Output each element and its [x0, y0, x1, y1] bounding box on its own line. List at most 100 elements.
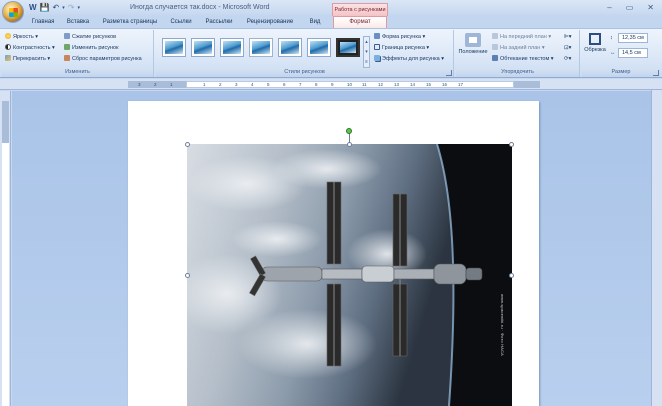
recolor-icon: [5, 55, 11, 61]
picture-border-button[interactable]: Граница рисунка ▾: [374, 44, 429, 52]
picture-style-7[interactable]: [336, 38, 360, 57]
crop-label: Обрезка: [584, 47, 606, 53]
width-field[interactable]: 14,5 см: [618, 48, 648, 58]
ruler-tick: 2: [219, 82, 222, 87]
change-picture-label: Изменить рисунок: [72, 45, 119, 51]
text-wrap-button[interactable]: Обтекание текстом ▾: [492, 55, 554, 63]
image-credit: www.spacewiki.ru · Фото НАСА: [500, 294, 505, 356]
bring-front-label: На передний план: [500, 34, 547, 40]
ruler-tick: 10: [347, 82, 353, 87]
height-field[interactable]: 12,35 см: [618, 33, 648, 43]
window-controls: – ▭ ✕: [607, 3, 654, 12]
effects-icon: [374, 55, 380, 61]
undo-icon[interactable]: ↶: [53, 3, 60, 13]
close-icon[interactable]: ✕: [647, 3, 654, 12]
document-page[interactable]: www.spacewiki.ru · Фото НАСА: [128, 101, 539, 406]
picture-style-4[interactable]: [249, 38, 273, 57]
resize-handle-left[interactable]: [185, 273, 190, 278]
resize-handle-top-left[interactable]: [185, 142, 190, 147]
ruler-tick: 11: [362, 82, 367, 87]
compress-label: Сжатие рисунков: [72, 34, 117, 40]
picture-border-label: Граница рисунка: [382, 45, 425, 51]
crop-icon: [589, 33, 601, 45]
styles-dialog-launcher[interactable]: [446, 70, 452, 76]
resize-handle-top-right[interactable]: [509, 142, 514, 147]
bring-front-button[interactable]: На передний план ▾: [492, 33, 551, 41]
brightness-button[interactable]: Яркость ▾: [5, 33, 38, 41]
vruler-margin-top: [2, 101, 9, 143]
recolor-label: Перекрасить: [13, 56, 46, 62]
gallery-scroll[interactable]: ▴ ▾ ≡: [363, 36, 370, 68]
group-size-label: Размер: [582, 68, 660, 77]
send-back-label: На задний план: [500, 45, 541, 51]
resize-handle-right[interactable]: [509, 273, 514, 278]
title-bar: W 💾 ↶ ▾ ↷ ▾ Иногда случается так.docx - …: [0, 0, 662, 23]
picture-shape-button[interactable]: Форма рисунка ▾: [374, 33, 425, 41]
tab-mailings[interactable]: Рассылки: [203, 17, 235, 28]
picture-effects-button[interactable]: Эффекты для рисунка ▾: [374, 55, 444, 63]
space-station-image[interactable]: www.spacewiki.ru · Фото НАСА: [187, 144, 512, 406]
picture-shape-label: Форма рисунка: [382, 34, 421, 40]
border-icon: [374, 44, 380, 50]
ruler-tick: 16: [442, 82, 448, 87]
bring-front-icon: [492, 33, 498, 39]
maximize-icon[interactable]: ▭: [626, 3, 634, 12]
send-back-button[interactable]: На задний план ▾: [492, 44, 545, 52]
ribbon: Яркость ▾ Контрастность ▾ Перекрасить ▾ …: [0, 28, 662, 78]
picture-style-2[interactable]: [191, 38, 215, 57]
ruler-tick: 14: [410, 82, 416, 87]
minimize-icon[interactable]: –: [607, 3, 611, 12]
tab-page-layout[interactable]: Разметка страницы: [100, 17, 160, 28]
undo-dropdown-icon[interactable]: ▾: [62, 3, 65, 13]
change-picture-button[interactable]: Изменить рисунок: [64, 44, 118, 52]
ruler-tick: 12: [378, 82, 384, 87]
ruler-tick: 13: [394, 82, 400, 87]
office-button[interactable]: [2, 1, 24, 23]
change-picture-icon: [64, 44, 70, 50]
size-dialog-launcher[interactable]: [653, 70, 659, 76]
brightness-icon: [5, 33, 11, 39]
recolor-button[interactable]: Перекрасить ▾: [5, 55, 50, 63]
rotate-icon[interactable]: ⟳▾: [564, 55, 571, 63]
quick-access-toolbar: W 💾 ↶ ▾ ↷ ▾: [27, 3, 80, 13]
group-arrange: Положение На передний план ▾ На задний п…: [456, 30, 580, 77]
word-icon: W: [29, 3, 37, 12]
picture-style-3[interactable]: [220, 38, 244, 57]
ruler-tick: 4: [251, 82, 254, 87]
vertical-scrollbar[interactable]: [651, 90, 662, 406]
shape-icon: [374, 33, 380, 39]
tab-format[interactable]: Формат: [333, 16, 387, 28]
tab-view[interactable]: Вид: [305, 17, 325, 28]
align-icon[interactable]: ⊫▾: [564, 33, 572, 41]
resize-handle-top[interactable]: [347, 142, 352, 147]
picture-style-5[interactable]: [278, 38, 302, 57]
ruler-tick: 2: [154, 82, 157, 87]
ruler-tick: 1: [203, 82, 206, 87]
redo-icon[interactable]: ↷: [68, 3, 75, 13]
tab-home[interactable]: Главная: [28, 17, 58, 28]
qat-customize-icon[interactable]: ▾: [77, 3, 80, 13]
ruler-margin-right: [514, 81, 540, 88]
tab-review[interactable]: Рецензирование: [243, 17, 297, 28]
group-adjust: Яркость ▾ Контрастность ▾ Перекрасить ▾ …: [2, 30, 154, 77]
tab-insert[interactable]: Вставка: [64, 17, 92, 28]
contrast-button[interactable]: Контрастность ▾: [5, 44, 55, 52]
position-button[interactable]: Положение: [458, 33, 488, 55]
rotate-handle[interactable]: [346, 128, 352, 134]
group-size: Обрезка ↕ 12,35 см ↔ 14,5 см Размер: [582, 30, 660, 77]
ruler-tick: 3: [138, 82, 141, 87]
ruler-tick: 8: [315, 82, 318, 87]
tab-references[interactable]: Ссылки: [167, 17, 195, 28]
compress-button[interactable]: Сжатие рисунков: [64, 33, 116, 41]
group-objects-icon[interactable]: ⊡▾: [564, 44, 571, 52]
contrast-label: Контрастность: [13, 45, 51, 51]
ruler-tick: 7: [299, 82, 302, 87]
reset-picture-button[interactable]: Сброс параметров рисунка: [64, 55, 142, 63]
ruler-margin-left: [128, 81, 186, 88]
contrast-icon: [5, 44, 11, 50]
picture-style-1[interactable]: [162, 38, 186, 57]
save-icon[interactable]: 💾: [40, 3, 50, 13]
width-icon: ↔: [610, 50, 616, 56]
crop-button[interactable]: Обрезка: [583, 33, 607, 53]
picture-style-6[interactable]: [307, 38, 331, 57]
